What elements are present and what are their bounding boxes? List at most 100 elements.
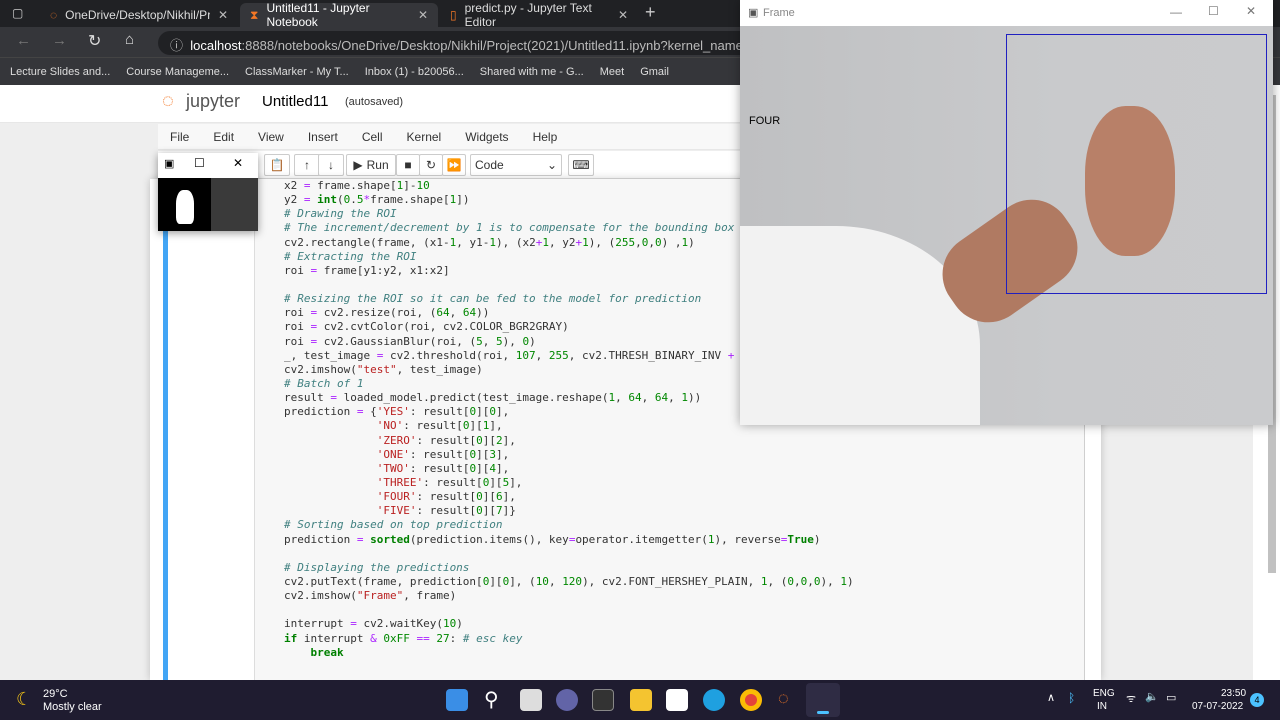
wifi-icon[interactable]: ᯤ (1126, 691, 1136, 706)
code-line: 'TWO': result[0][4], (376, 461, 510, 475)
close-button[interactable]: ✕ (1246, 4, 1256, 18)
menu-kernel[interactable]: Kernel (395, 130, 454, 144)
code-line: cv2.putText(frame, prediction[0][0], (10… (284, 574, 854, 588)
jupyter-logo-icon[interactable]: ◌ (162, 90, 174, 113)
bluetooth-icon[interactable]: ᛒ (1068, 691, 1075, 705)
webcam-frame: FOUR (740, 26, 1273, 425)
bookmark[interactable]: Course Manageme... (126, 66, 229, 78)
back-icon[interactable]: ← (16, 32, 31, 49)
minimize-button[interactable]: — (1170, 5, 1182, 19)
reload-icon[interactable]: ↻ (88, 31, 101, 51)
menu-widgets[interactable]: Widgets (453, 130, 520, 144)
code-line: cv2.imshow("Frame", frame) (284, 589, 457, 603)
tab-predict-py[interactable]: ▯ predict.py - Jupyter Text Editor ✕ (440, 1, 638, 29)
menu-view[interactable]: View (246, 130, 296, 144)
window-title: Frame (763, 7, 795, 19)
play-icon: ▶ (353, 158, 363, 172)
menu-edit[interactable]: Edit (201, 130, 246, 144)
roi-bounding-box (1006, 34, 1267, 294)
start-icon[interactable] (446, 689, 468, 711)
file-icon: ▯ (450, 8, 457, 22)
notification-badge[interactable]: 4 (1250, 693, 1264, 707)
jupyter-icon: ◌ (50, 8, 58, 22)
language-region[interactable]: IN (1097, 701, 1107, 712)
code-line: 'THREE': result[0][5], (376, 475, 523, 489)
close-button[interactable]: ✕ (233, 156, 243, 170)
home-icon[interactable]: ⌂ (125, 31, 134, 48)
paste-button[interactable]: 📋 (264, 154, 290, 176)
code-line: 'FIVE': result[0][7]} (376, 504, 516, 518)
close-tab-icon[interactable]: ✕ (218, 8, 228, 22)
chat-icon[interactable] (556, 689, 578, 711)
window-icon: ▣ (748, 7, 759, 19)
weather-moon-icon: ☾ (16, 689, 33, 709)
move-down-button[interactable]: ↓ (318, 154, 344, 176)
code-line: # Displaying the predictions (284, 560, 470, 574)
battery-icon[interactable]: ▭ (1166, 691, 1176, 704)
frame-window[interactable]: ▣ Frame — ☐ ✕ FOUR (740, 0, 1273, 425)
close-tab-icon[interactable]: ✕ (418, 8, 428, 22)
restart-run-all-button[interactable]: ⏩ (442, 154, 466, 176)
chevron-down-icon: ⌄ (546, 158, 557, 172)
bookmark[interactable]: Lecture Slides and... (10, 66, 110, 78)
code-line: break (310, 645, 344, 659)
jupyter-logo[interactable]: jupyter (186, 91, 240, 112)
chrome-icon[interactable] (740, 689, 762, 711)
restart-button[interactable]: ↻ (419, 154, 443, 176)
code-line: 'FOUR': result[0][6], (376, 490, 516, 504)
bookmark[interactable]: Shared with me - G... (480, 66, 584, 78)
window-icon: ▣ (164, 158, 175, 170)
menu-help[interactable]: Help (521, 130, 570, 144)
menu-insert[interactable]: Insert (296, 130, 350, 144)
language[interactable]: ENG (1093, 688, 1115, 699)
edge-icon[interactable] (703, 689, 725, 711)
forward-icon[interactable]: → (52, 32, 67, 49)
tab-onedrive[interactable]: ◌OneDrive/Desktop/Nikhil/Projec✕ (40, 3, 238, 27)
bookmark[interactable]: ClassMarker - My T... (245, 66, 349, 78)
chevron-up-icon[interactable]: ∧ (1047, 691, 1055, 704)
clock-date[interactable]: 07-07-2022 (1192, 701, 1243, 712)
code-line: prediction = sorted(prediction.items(), … (284, 532, 821, 546)
bookmark[interactable]: Meet (600, 66, 624, 78)
cell-type-select[interactable]: Code ⌄ (470, 154, 562, 176)
test-window[interactable]: ▣ ☐ ✕ (158, 153, 258, 231)
menu-cell[interactable]: Cell (350, 130, 395, 144)
new-tab-button[interactable]: + (645, 2, 656, 23)
run-button[interactable]: ▶ Run (346, 154, 396, 176)
maximize-button[interactable]: ☐ (194, 156, 205, 170)
interrupt-button[interactable]: ■ (396, 154, 420, 176)
maximize-button[interactable]: ☐ (1208, 4, 1219, 18)
tab-notebook[interactable]: ⧗ Untitled11 - Jupyter Notebook ✕ (240, 1, 438, 29)
threshold-image (158, 178, 211, 231)
python-window-icon[interactable] (806, 683, 840, 717)
hourglass-icon: ⧗ (250, 7, 259, 22)
prediction-label: FOUR (749, 115, 781, 127)
url-input[interactable]: ⓘ localhost:8888/notebooks/OneDrive/Desk… (158, 31, 758, 55)
move-up-button[interactable]: ↑ (294, 154, 320, 176)
code-line: # Sorting based on top prediction (284, 518, 503, 532)
selected-cell-indicator (163, 179, 168, 680)
terminal-icon[interactable] (592, 689, 614, 711)
clock-time[interactable]: 23:50 (1221, 688, 1246, 699)
jupyter-app-icon[interactable]: ◌ (778, 688, 789, 709)
menu-file[interactable]: File (158, 130, 201, 144)
keyboard-shortcuts-button[interactable]: ⌨ (568, 154, 594, 176)
code-line: if interrupt & 0xFF == 27: # esc key (284, 631, 523, 645)
code-line: 'ONE': result[0][3], (376, 447, 510, 461)
volume-icon[interactable]: 🔈 (1145, 690, 1159, 703)
store-icon[interactable] (666, 689, 688, 711)
code-line: 'ZERO': result[0][2], (376, 433, 516, 447)
temperature[interactable]: 29°C (43, 688, 68, 700)
weather-text[interactable]: Mostly clear (43, 701, 102, 713)
bookmark[interactable]: Inbox (1) - b20056... (365, 66, 464, 78)
taskbar: ☾ 29°C Mostly clear ⚲ ◌ ∧ ᛒ ENG IN ᯤ 🔈 ▭… (0, 680, 1280, 720)
notebook-title[interactable]: Untitled11 (262, 93, 328, 110)
file-explorer-icon[interactable] (630, 689, 652, 711)
search-icon[interactable]: ⚲ (484, 687, 499, 712)
bookmark[interactable]: Gmail (640, 66, 669, 78)
close-tab-icon[interactable]: ✕ (618, 8, 628, 22)
tab-actions-icon[interactable]: ▢ (12, 6, 23, 20)
task-view-icon[interactable] (520, 689, 542, 711)
